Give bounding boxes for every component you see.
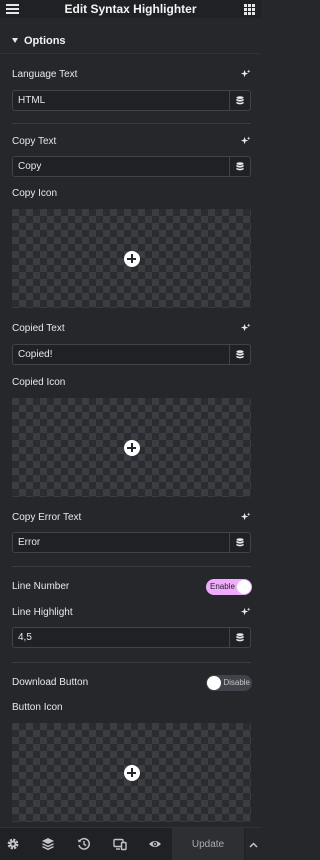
divider [12,566,251,567]
database-icon [236,96,244,105]
history-icon[interactable] [77,837,91,851]
line-highlight-input[interactable]: 4,5 [12,627,229,648]
line-number-toggle[interactable]: Enable [206,579,252,595]
hamburger-menu-icon[interactable] [6,4,19,14]
dynamic-tags-button[interactable] [229,532,251,553]
ai-sparkle-icon[interactable] [240,69,251,80]
line-number-label: Line Number [12,581,70,592]
line-highlight-label: Line Highlight [12,607,73,618]
toggle-state-label: Disable [223,677,250,687]
copied-icon-picker[interactable] [12,398,251,497]
ai-sparkle-icon[interactable] [240,512,251,523]
responsive-icon[interactable] [113,837,127,851]
button-icon-label: Button Icon [12,702,63,713]
divider [12,123,251,124]
plus-icon[interactable] [123,439,140,456]
dynamic-tags-button[interactable] [229,344,251,365]
copy-icon-label: Copy Icon [12,188,58,199]
layers-icon[interactable] [41,837,55,851]
dynamic-tags-button[interactable] [229,627,251,648]
gear-icon[interactable] [6,837,20,851]
database-icon [236,162,244,171]
divider [12,662,251,663]
database-icon [236,538,244,547]
ai-sparkle-icon[interactable] [240,607,251,618]
copy-error-text-label: Copy Error Text [12,512,82,523]
toggle-knob [237,580,251,594]
database-icon [236,633,244,642]
caret-down-icon [12,38,18,43]
dynamic-tags-button[interactable] [229,90,251,111]
plus-icon[interactable] [123,250,140,267]
download-button-toggle[interactable]: Disable [206,675,252,691]
chevron-up-icon [248,841,258,848]
download-button-label: Download Button [12,677,89,688]
toggle-knob [207,676,221,690]
options-section-toggle[interactable]: Options [0,28,261,54]
copy-icon-picker[interactable] [12,209,251,308]
update-options-button[interactable] [244,828,261,860]
ai-sparkle-icon[interactable] [240,136,251,147]
plus-icon[interactable] [123,764,140,781]
section-title: Options [24,34,66,47]
database-icon [236,350,244,359]
language-text-input[interactable]: HTML [12,90,229,111]
update-button[interactable]: Update [172,828,244,860]
copy-error-text-input[interactable]: Error [12,532,229,553]
eye-icon[interactable] [148,837,162,851]
copied-text-input[interactable]: Copied! [12,344,229,365]
panel-title: Edit Syntax Highlighter [64,2,197,16]
copied-icon-label: Copied Icon [12,377,66,388]
toggle-state-label: Enable [210,581,235,591]
copy-text-label: Copy Text [12,136,57,147]
copied-text-label: Copied Text [12,323,65,334]
panel-footer: Update [0,827,261,860]
ai-sparkle-icon[interactable] [240,323,251,334]
widgets-grid-icon[interactable] [244,4,255,15]
panel-header: Edit Syntax Highlighter [0,0,261,18]
button-icon-picker[interactable] [12,723,251,822]
dynamic-tags-button[interactable] [229,156,251,177]
copy-text-input[interactable]: Copy [12,156,229,177]
language-text-label: Language Text [12,69,78,80]
